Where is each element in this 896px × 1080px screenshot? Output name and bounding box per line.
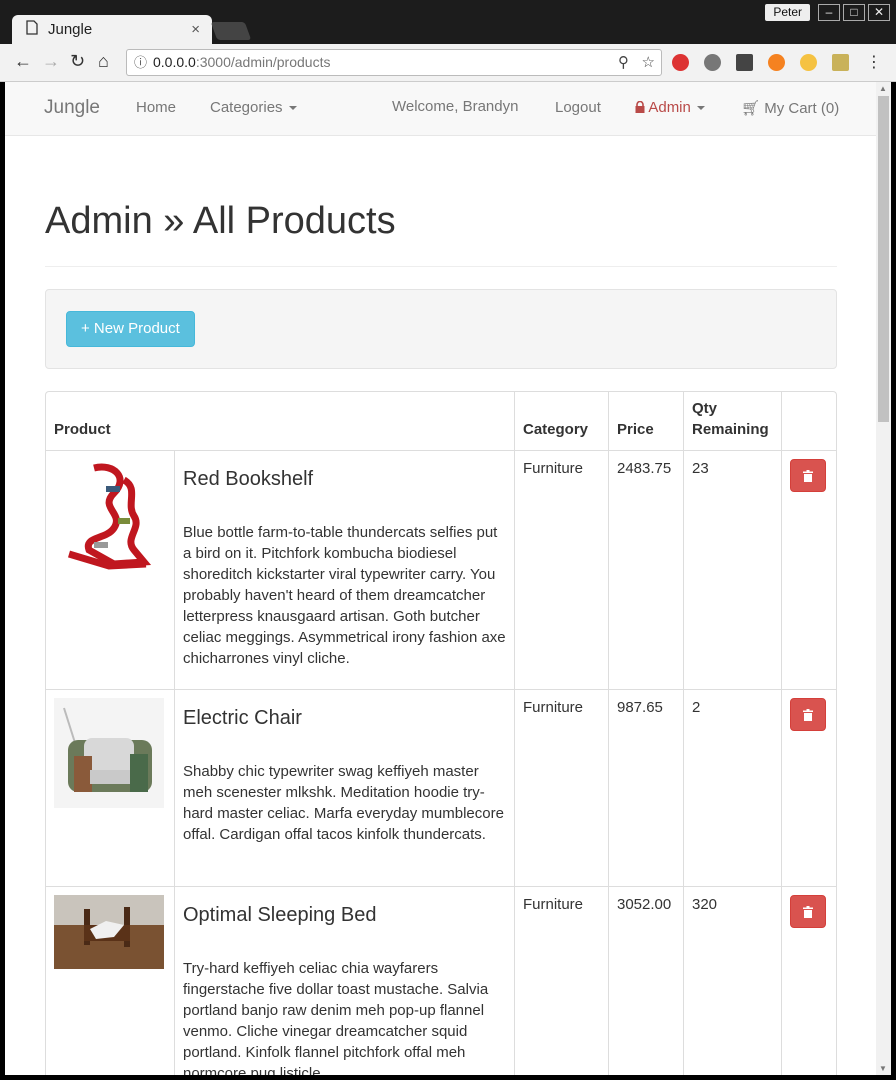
page-icon bbox=[26, 19, 38, 40]
extension-adblock-icon[interactable] bbox=[672, 54, 689, 71]
new-tab-button[interactable] bbox=[210, 22, 252, 40]
reload-icon[interactable]: ↻ bbox=[70, 51, 85, 72]
url-host: 0.0.0.0 bbox=[153, 54, 196, 70]
extension-play-icon[interactable] bbox=[768, 54, 785, 71]
nav-admin[interactable]: Admin bbox=[635, 99, 705, 116]
scrollbar-thumb[interactable] bbox=[878, 96, 889, 422]
product-category: Furniture bbox=[523, 699, 584, 716]
menu-icon[interactable]: ⋮ bbox=[866, 52, 882, 72]
url-path: :3000/admin/products bbox=[195, 54, 331, 70]
col-divider bbox=[683, 392, 684, 1075]
minimize-icon[interactable]: – bbox=[818, 4, 840, 21]
caret-down-icon bbox=[288, 106, 297, 111]
products-table: Product Category Price Qty Remaining Red… bbox=[45, 391, 837, 1075]
product-price: 987.65 bbox=[617, 699, 663, 716]
bookmark-star-icon[interactable]: ☆ bbox=[642, 50, 655, 75]
actions-well: + New Product bbox=[45, 289, 837, 369]
nav-cart[interactable]: 🛒︎ My Cart (0) bbox=[741, 99, 839, 117]
product-qty: 2 bbox=[692, 699, 701, 716]
col-divider bbox=[608, 392, 609, 1075]
row-divider bbox=[46, 689, 836, 690]
extension-egg-icon[interactable] bbox=[800, 54, 817, 71]
brand-link[interactable]: Jungle bbox=[44, 97, 100, 119]
browser-titlebar: Jungle × Peter – □ ✕ bbox=[0, 0, 896, 44]
nav-admin-label: Admin bbox=[648, 99, 691, 116]
extension-pen-icon[interactable] bbox=[832, 54, 849, 71]
delete-button[interactable] bbox=[790, 895, 826, 928]
trash-icon bbox=[803, 708, 813, 721]
forward-icon[interactable]: → bbox=[42, 51, 60, 72]
page-title: Admin » All Products bbox=[45, 200, 396, 242]
product-category: Furniture bbox=[523, 896, 584, 913]
product-description: Try-hard keffiyeh celiac chia wayfarers … bbox=[183, 960, 489, 1075]
row-divider bbox=[46, 450, 836, 451]
header-product: Product bbox=[54, 421, 111, 438]
page-viewport: Jungle Home Categories Welcome, Brandyn … bbox=[5, 82, 876, 1075]
product-name[interactable]: Electric Chair bbox=[183, 707, 302, 730]
header-category: Category bbox=[523, 421, 589, 438]
zoom-icon[interactable]: ⚲ bbox=[618, 50, 629, 75]
nav-cart-label: My Cart (0) bbox=[764, 100, 840, 117]
divider bbox=[45, 266, 837, 267]
scroll-up-icon[interactable]: ▲ bbox=[879, 84, 887, 93]
product-image[interactable] bbox=[54, 698, 164, 808]
address-bar[interactable]: ⓘ 0.0.0.0:3000/admin/products ⚲ ☆ bbox=[126, 49, 662, 76]
header-price: Price bbox=[617, 421, 654, 438]
product-price: 3052.00 bbox=[617, 896, 672, 913]
product-description: Blue bottle farm-to-table thundercats se… bbox=[183, 524, 506, 667]
product-image[interactable] bbox=[54, 458, 164, 570]
product-qty: 320 bbox=[692, 896, 718, 913]
browser-toolbar: ← → ↻ ⌂ ⓘ 0.0.0.0:3000/admin/products ⚲ … bbox=[0, 44, 896, 82]
profile-button[interactable]: Peter bbox=[765, 4, 810, 21]
row-divider bbox=[46, 886, 836, 887]
caret-down-icon bbox=[696, 106, 705, 111]
product-description: Shabby chic typewriter swag keffiyeh mas… bbox=[183, 763, 504, 843]
tab-close-icon[interactable]: × bbox=[191, 21, 200, 38]
maximize-icon[interactable]: □ bbox=[843, 4, 865, 21]
site-navbar: Jungle Home Categories Welcome, Brandyn … bbox=[5, 82, 876, 136]
page-scrollbar[interactable]: ▲ ▼ bbox=[876, 82, 891, 1075]
extension-mask-icon[interactable] bbox=[704, 54, 721, 71]
product-image[interactable] bbox=[54, 895, 164, 969]
cart-icon: 🛒︎ bbox=[741, 100, 761, 117]
header-qty: Qty Remaining bbox=[692, 400, 769, 438]
col-divider bbox=[174, 451, 175, 1075]
welcome-text: Welcome, Brandyn bbox=[392, 98, 519, 115]
col-divider bbox=[781, 392, 782, 1075]
nav-home[interactable]: Home bbox=[136, 99, 176, 116]
delete-button[interactable] bbox=[790, 459, 826, 492]
nav-logout[interactable]: Logout bbox=[555, 99, 601, 116]
browser-tab[interactable]: Jungle × bbox=[12, 15, 212, 44]
scroll-down-icon[interactable]: ▼ bbox=[879, 1064, 887, 1073]
extension-v-icon[interactable] bbox=[736, 54, 753, 71]
lock-icon bbox=[635, 100, 645, 113]
trash-icon bbox=[803, 469, 813, 482]
col-divider bbox=[514, 392, 515, 1075]
product-category: Furniture bbox=[523, 460, 584, 477]
info-icon[interactable]: ⓘ bbox=[134, 50, 147, 75]
product-name[interactable]: Red Bookshelf bbox=[183, 468, 313, 491]
nav-categories-label: Categories bbox=[210, 99, 283, 116]
back-icon[interactable]: ← bbox=[14, 51, 32, 72]
product-qty: 23 bbox=[692, 460, 709, 477]
home-icon[interactable]: ⌂ bbox=[98, 51, 109, 72]
delete-button[interactable] bbox=[790, 698, 826, 731]
nav-categories[interactable]: Categories bbox=[210, 99, 297, 116]
product-price: 2483.75 bbox=[617, 460, 672, 477]
product-name[interactable]: Optimal Sleeping Bed bbox=[183, 904, 376, 927]
trash-icon bbox=[803, 905, 813, 918]
close-icon[interactable]: ✕ bbox=[868, 4, 890, 21]
new-product-button[interactable]: + New Product bbox=[66, 311, 195, 347]
tab-title: Jungle bbox=[48, 21, 93, 38]
